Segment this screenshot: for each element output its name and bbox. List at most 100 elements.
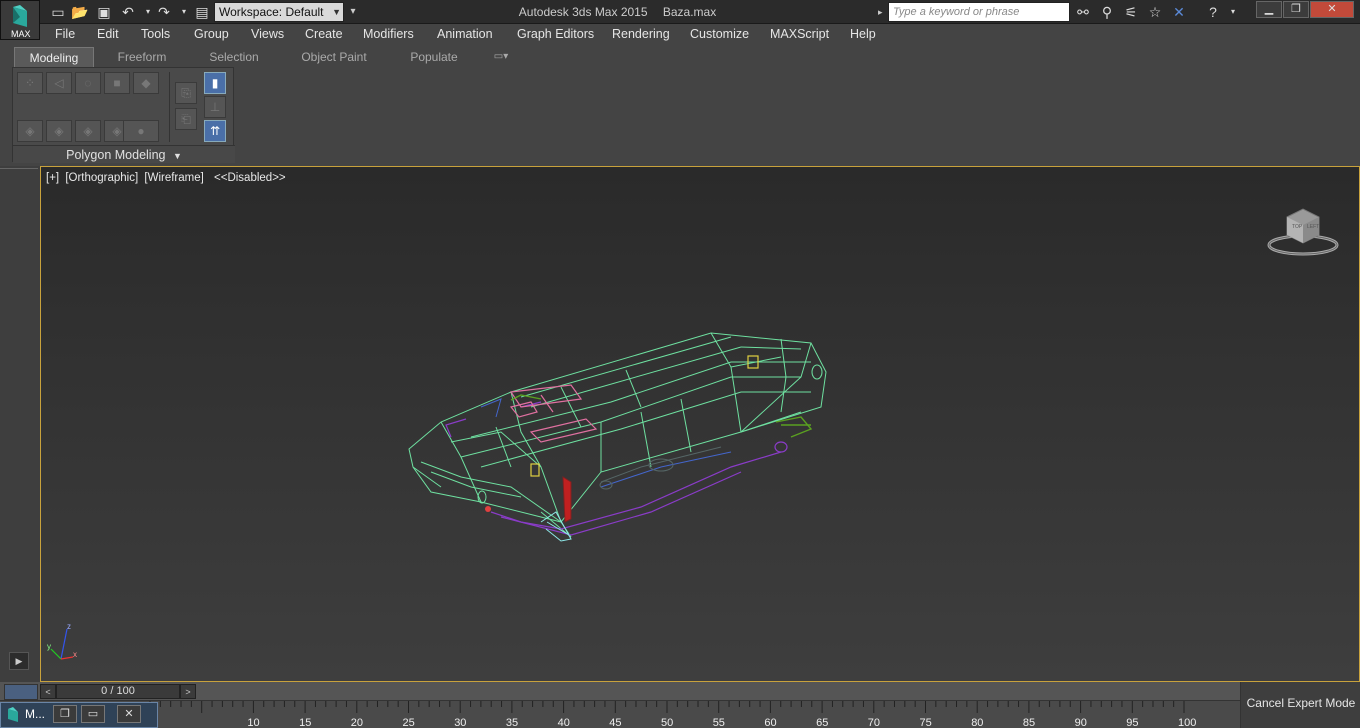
edit-poly-icon[interactable]: ◈ bbox=[75, 120, 101, 142]
search-expand-icon[interactable]: ▸ bbox=[878, 3, 883, 21]
menu-views[interactable]: Views bbox=[251, 24, 284, 45]
time-next-icon[interactable]: > bbox=[180, 684, 196, 699]
max-logo-icon bbox=[8, 707, 18, 722]
file-name: Baza.max bbox=[662, 5, 717, 19]
open-folder-icon[interactable]: 📂 bbox=[70, 3, 90, 21]
ruler-tick-label: 50 bbox=[661, 717, 673, 728]
tab-freeform[interactable]: Freeform bbox=[104, 47, 180, 67]
axis-y-label: y bbox=[47, 642, 51, 651]
time-slider-bar: < 0 / 100 > bbox=[0, 682, 1360, 700]
x-close-search-icon[interactable]: ✕ bbox=[1168, 3, 1190, 21]
ruler-tick-label: 75 bbox=[920, 717, 932, 728]
ruler-tick-label: 10 bbox=[247, 717, 259, 728]
menu-animation[interactable]: Animation bbox=[437, 24, 493, 45]
menu-edit[interactable]: Edit bbox=[97, 24, 119, 45]
copy-icon[interactable]: ⎘ bbox=[175, 82, 197, 104]
logo-text: MAX bbox=[11, 29, 31, 39]
ruler-tick-label: 65 bbox=[816, 717, 828, 728]
edge-icon[interactable]: ◁ bbox=[46, 72, 72, 94]
panel-separator bbox=[169, 72, 170, 142]
ribbon-options-icon[interactable]: ▭▾ bbox=[486, 47, 516, 67]
help-dropdown-icon[interactable]: ▾ bbox=[1222, 3, 1244, 21]
menu-customize[interactable]: Customize bbox=[690, 24, 749, 45]
ruler-tick-label: 45 bbox=[609, 717, 621, 728]
menu-modifiers[interactable]: Modifiers bbox=[363, 24, 414, 45]
toggle-ribbon-icon[interactable]: ● bbox=[123, 120, 159, 142]
select-mode-icon[interactable]: ◈ bbox=[46, 120, 72, 142]
ruler-tick-label: 55 bbox=[713, 717, 725, 728]
cancel-expert-mode-button[interactable]: Cancel Expert Mode bbox=[1241, 696, 1360, 710]
menu-graph-editors[interactable]: Graph Editors bbox=[517, 24, 594, 45]
application-menu-button[interactable]: MAX bbox=[0, 0, 40, 40]
minimized-window[interactable]: M... ❐ ▭ ✕ bbox=[0, 702, 158, 728]
close-button[interactable]: ✕ bbox=[117, 705, 141, 723]
viewcube-label-top: TOP bbox=[1292, 224, 1303, 230]
polygon-icon[interactable]: ■ bbox=[104, 72, 130, 94]
make-unique-icon[interactable]: ⇈ bbox=[204, 120, 226, 142]
key-tools-icon[interactable]: ⚲ bbox=[1096, 3, 1118, 21]
border-icon[interactable]: ◌ bbox=[75, 72, 101, 94]
menu-bar: File Edit Tools Group Views Create Modif… bbox=[40, 24, 1360, 45]
redo-dropdown-icon[interactable]: ▾ bbox=[174, 3, 194, 21]
app-name: Autodesk 3ds Max 2015 bbox=[518, 5, 648, 19]
tab-object-paint[interactable]: Object Paint bbox=[290, 47, 378, 67]
menu-help[interactable]: Help bbox=[850, 24, 876, 45]
viewport-disabled-label[interactable]: <<Disabled>> bbox=[214, 172, 286, 184]
viewcube-label-left: LEFT bbox=[1307, 224, 1319, 230]
save-icon[interactable]: ▣ bbox=[94, 3, 114, 21]
paste-icon[interactable]: ⎗ bbox=[175, 108, 197, 130]
undo-icon[interactable]: ↶ bbox=[118, 3, 138, 21]
play-icon[interactable]: ▶ bbox=[9, 652, 29, 670]
close-button[interactable]: ✕ bbox=[1310, 1, 1354, 18]
trackbar[interactable]: 10 15 20 25 30 35 40 45 50 55 60 65 70 75 80 85 90 95 100 bbox=[0, 700, 1240, 728]
menu-create[interactable]: Create bbox=[305, 24, 343, 45]
ruler-tick-label: 85 bbox=[1023, 717, 1035, 728]
chevron-down-icon: ▼ bbox=[332, 7, 341, 17]
viewport-shading[interactable]: [Wireframe] bbox=[144, 172, 203, 184]
redo-icon[interactable]: ↷ bbox=[154, 3, 174, 21]
star-icon[interactable]: ☆ bbox=[1144, 3, 1166, 21]
menu-group[interactable]: Group bbox=[194, 24, 229, 45]
restore-button[interactable]: ❐ bbox=[53, 705, 77, 723]
menu-file[interactable]: File bbox=[55, 24, 75, 45]
time-slider[interactable]: 0 / 100 bbox=[56, 684, 180, 699]
ruler-tick-label: 95 bbox=[1126, 717, 1138, 728]
maximize-button[interactable]: ▭ bbox=[81, 705, 105, 723]
search-input[interactable]: Type a keyword or phrase bbox=[888, 2, 1070, 22]
ruler-tick-label: 100 bbox=[1178, 717, 1196, 728]
panel-caption[interactable]: Polygon Modeling ▼ bbox=[13, 145, 235, 163]
new-file-icon[interactable]: ▭ bbox=[48, 3, 68, 21]
project-folder-icon[interactable]: ▤ bbox=[192, 3, 212, 21]
binoculars-icon[interactable]: ⚯ bbox=[1072, 3, 1094, 21]
menu-rendering[interactable]: Rendering bbox=[612, 24, 670, 45]
window-title: Autodesk 3ds Max 2015 Baza.max bbox=[360, 0, 875, 24]
ruler-tick-label: 30 bbox=[454, 717, 466, 728]
qat-customize-icon[interactable]: ▾ bbox=[346, 3, 360, 21]
axis-x-label: x bbox=[73, 650, 77, 659]
timeline-toggle[interactable] bbox=[4, 684, 38, 700]
viewport-orthographic[interactable]: [+] [Orthographic] [Wireframe] <<Disable… bbox=[40, 166, 1360, 682]
tab-selection[interactable]: Selection bbox=[196, 47, 272, 67]
satellite-icon[interactable]: ⚟ bbox=[1120, 3, 1142, 21]
menu-tools[interactable]: Tools bbox=[141, 24, 170, 45]
help-icon[interactable]: ? bbox=[1202, 3, 1224, 21]
vertex-icon[interactable]: ⁘ bbox=[17, 72, 43, 94]
modify-mode-icon[interactable]: ◈ bbox=[17, 120, 43, 142]
pin-stack-icon[interactable]: ⊥ bbox=[204, 96, 226, 118]
element-icon[interactable]: ◆ bbox=[133, 72, 159, 94]
menu-maxscript[interactable]: MAXScript bbox=[770, 24, 829, 45]
tab-modeling[interactable]: Modeling bbox=[14, 47, 94, 67]
viewport-point-of-view[interactable]: [Orthographic] bbox=[65, 172, 138, 184]
time-prev-icon[interactable]: < bbox=[40, 684, 56, 699]
viewcube-icon[interactable]: TOP LEFT bbox=[1265, 203, 1341, 259]
restore-button[interactable]: ❐ bbox=[1283, 1, 1309, 18]
minimize-button[interactable]: ▁ bbox=[1256, 1, 1282, 18]
workspace-select[interactable]: Workspace: Default ▼ bbox=[214, 2, 344, 22]
panel-caption-label: Polygon Modeling bbox=[66, 148, 166, 162]
chevron-down-icon: ▼ bbox=[172, 151, 182, 161]
viewport-menu-plus[interactable]: [+] bbox=[46, 172, 59, 184]
tab-populate[interactable]: Populate bbox=[398, 47, 470, 67]
viewport-label[interactable]: [+] [Orthographic] [Wireframe] <<Disable… bbox=[46, 172, 289, 184]
ruler-tick-label: 15 bbox=[299, 717, 311, 728]
show-end-result-icon[interactable]: ▮ bbox=[204, 72, 226, 94]
